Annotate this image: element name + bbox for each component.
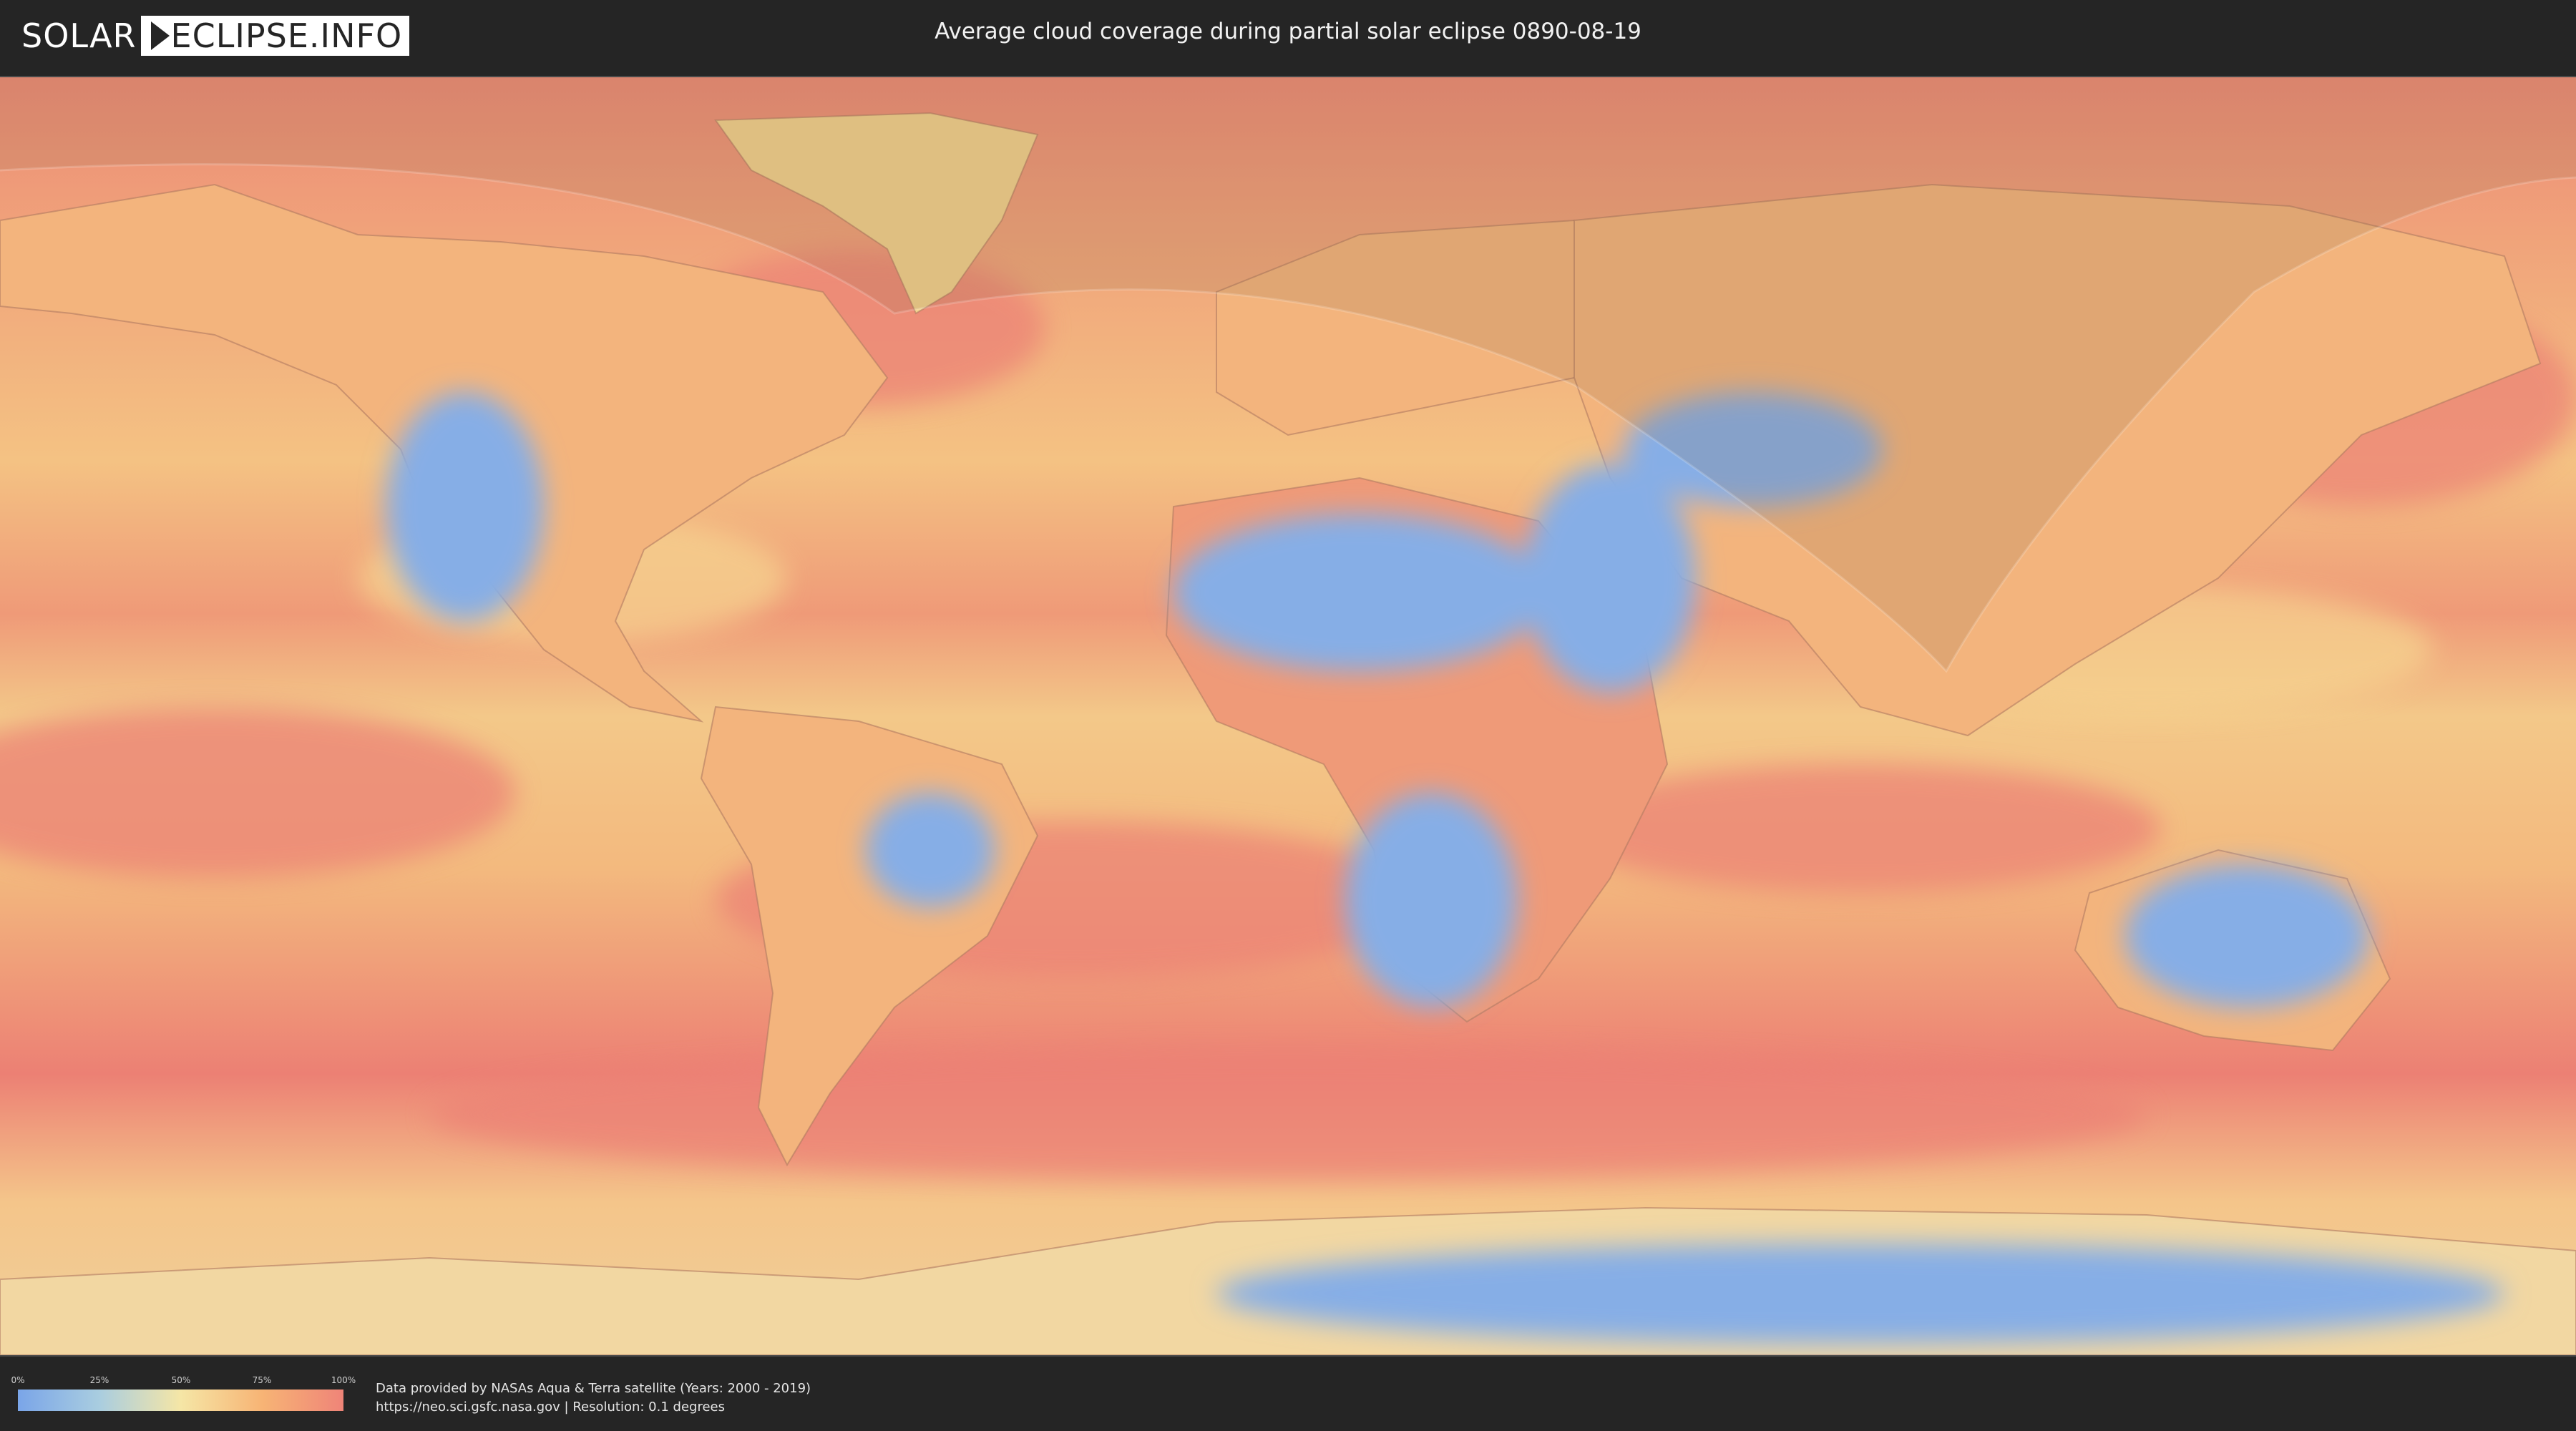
- page-title: Average cloud coverage during partial so…: [935, 19, 1641, 44]
- legend-tick-25: 25%: [89, 1375, 109, 1385]
- color-legend: 0% 25% 50% 75% 100%: [11, 1375, 356, 1411]
- header: SOLAR ECLIPSE.INFO Average cloud coverag…: [0, 0, 2576, 72]
- cloud-coverage-map[interactable]: [0, 76, 2576, 1357]
- legend-tick-75: 75%: [252, 1375, 272, 1385]
- legend-gradient-bar: [18, 1390, 343, 1411]
- world-map-svg: [0, 77, 2576, 1355]
- footer: 0% 25% 50% 75% 100% Data provided by NAS…: [0, 1358, 2576, 1431]
- credit-line-2[interactable]: https://neo.sci.gsfc.nasa.gov | Resoluti…: [376, 1398, 811, 1417]
- data-credits: Data provided by NASAs Aqua & Terra sate…: [376, 1379, 811, 1417]
- legend-tick-0: 0%: [11, 1375, 25, 1385]
- legend-tick-50: 50%: [171, 1375, 191, 1385]
- legend-ticks: 0% 25% 50% 75% 100%: [11, 1375, 356, 1387]
- credit-line-1: Data provided by NASAs Aqua & Terra sate…: [376, 1381, 811, 1396]
- legend-tick-100: 100%: [331, 1375, 356, 1385]
